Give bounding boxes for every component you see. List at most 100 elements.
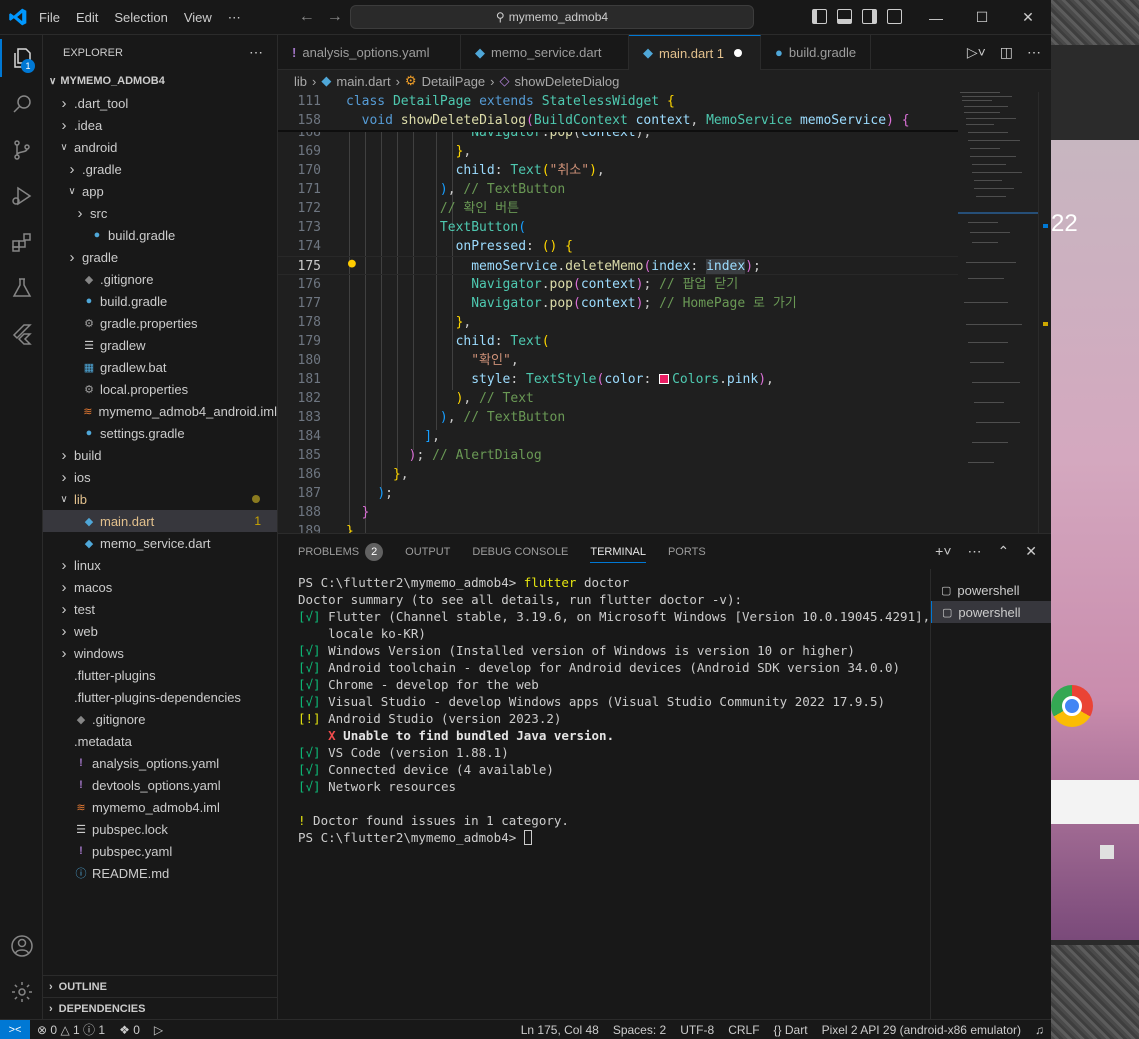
file-item[interactable]: ⚙ local.properties — [43, 378, 277, 400]
folder-item[interactable]: › linux — [43, 554, 277, 576]
folder-item[interactable]: ∨ lib — [43, 488, 277, 510]
menu-more[interactable]: ⋯ — [220, 0, 249, 35]
maximize-panel-icon[interactable]: ⌃ — [998, 543, 1010, 560]
code-line[interactable]: 179 child: Text( — [278, 332, 958, 351]
minimize-icon[interactable]: — — [913, 0, 959, 35]
menu-file[interactable]: File — [31, 0, 68, 35]
code-line[interactable]: 173 TextButton( — [278, 218, 958, 237]
code-line[interactable]: 176 Navigator.pop(context); // 팝업 닫기 — [278, 275, 958, 294]
new-terminal-icon[interactable]: +˅ — [935, 543, 951, 560]
notifications-bell-icon[interactable]: ♫ — [1028, 1023, 1051, 1037]
run-debug-dropdown-icon[interactable]: ▷˅ — [967, 44, 986, 61]
tab-ports[interactable]: PORTS — [668, 534, 706, 569]
file-item[interactable]: .metadata — [43, 730, 277, 752]
code-line[interactable]: 177 Navigator.pop(context); // HomePage … — [278, 294, 958, 313]
file-item[interactable]: ! pubspec.yaml — [43, 840, 277, 862]
lightbulb-icon[interactable]: ● — [348, 256, 356, 271]
editor-scrollbar[interactable] — [1038, 92, 1051, 533]
maximize-icon[interactable]: ☐ — [959, 0, 1005, 35]
line-ending[interactable]: CRLF — [721, 1023, 766, 1037]
editor-tab[interactable]: ● build.gradle — [761, 35, 871, 70]
more-actions-icon[interactable]: ⋯ — [968, 543, 982, 560]
extensions-icon[interactable] — [0, 219, 43, 265]
code-line[interactable]: 175 memoService.deleteMemo(index: index)… — [278, 256, 958, 275]
code-line[interactable]: 171 ), // TextButton — [278, 180, 958, 199]
explorer-icon[interactable]: 1 — [0, 35, 43, 81]
editor-tab[interactable]: ! analysis_options.yaml — [278, 35, 461, 70]
close-window-icon[interactable]: ✕ — [1005, 0, 1051, 35]
folder-item[interactable]: › windows — [43, 642, 277, 664]
code-line[interactable]: 172 // 확인 버튼 — [278, 199, 958, 218]
terminal-instance[interactable]: ▢ powershell — [931, 601, 1051, 623]
editor-tab[interactable]: ◆ memo_service.dart — [461, 35, 629, 70]
split-editor-icon[interactable]: ◫ — [1000, 44, 1013, 61]
folder-item[interactable]: › .idea — [43, 114, 277, 136]
code-line[interactable]: 184 ], — [278, 427, 958, 446]
file-item[interactable]: ⓘ README.md — [43, 862, 277, 884]
code-line[interactable]: 186 }, — [278, 465, 958, 484]
code-line[interactable]: 181 style: TextStyle(color: Colors.pink)… — [278, 370, 958, 389]
workspace-root[interactable]: ∨ MYMEMO_ADMOB4 — [43, 70, 277, 92]
file-item[interactable]: ◆ .gitignore — [43, 708, 277, 730]
folder-item[interactable]: › build — [43, 444, 277, 466]
problems-status[interactable]: ⊗ 0 △ 1 ⓘ 1 — [30, 1021, 112, 1038]
code-line[interactable]: 158 void showDeleteDialog(BuildContext c… — [278, 111, 958, 130]
more-actions-icon[interactable]: ⋯ — [1027, 44, 1041, 61]
folder-item[interactable]: › .dart_tool — [43, 92, 277, 114]
code-line[interactable]: 178 }, — [278, 313, 958, 332]
code-line[interactable]: 182 ), // Text — [278, 389, 958, 408]
file-item[interactable]: ≋ mymemo_admob4.iml — [43, 796, 277, 818]
forward-arrow-icon[interactable]: → — [327, 8, 343, 26]
remote-icon[interactable]: >< — [0, 1019, 30, 1039]
file-item[interactable]: ☰ pubspec.lock — [43, 818, 277, 840]
unsaved-dot-icon[interactable] — [734, 49, 743, 57]
code-line[interactable]: 180 "확인", — [278, 351, 958, 370]
search-view-icon[interactable] — [0, 81, 43, 127]
breadcrumb-lib[interactable]: lib — [294, 74, 307, 89]
code-editor[interactable]: 168 Navigator.pop(context); 169 }, 170 chi… — [278, 92, 958, 533]
customize-layout-icon[interactable] — [887, 9, 902, 24]
tab-terminal[interactable]: TERMINAL — [590, 534, 646, 569]
file-item[interactable]: ◆ main.dart 1 — [43, 510, 277, 532]
ports-status[interactable]: ❖ 0 — [112, 1023, 147, 1037]
code-line[interactable]: 185 ); // AlertDialog — [278, 446, 958, 465]
device-selector[interactable]: Pixel 2 API 29 (android-x86 emulator) — [815, 1023, 1028, 1037]
file-item[interactable]: .flutter-plugins — [43, 664, 277, 686]
folder-item[interactable]: › test — [43, 598, 277, 620]
folder-item[interactable]: › macos — [43, 576, 277, 598]
file-item[interactable]: ≋ mymemo_admob4_android.iml — [43, 400, 277, 422]
toggle-secondary-sidebar-icon[interactable] — [862, 9, 877, 24]
close-panel-icon[interactable]: ✕ — [1025, 543, 1037, 560]
folder-item[interactable]: › gradle — [43, 246, 277, 268]
breadcrumb-class[interactable]: DetailPage — [422, 74, 486, 89]
minimap[interactable] — [958, 92, 1038, 533]
tab-problems[interactable]: PROBLEMS 2 — [298, 534, 384, 569]
menu-edit[interactable]: Edit — [68, 0, 106, 35]
folder-item[interactable]: ∨ android — [43, 136, 277, 158]
menu-view[interactable]: View — [176, 0, 220, 35]
cursor-position[interactable]: Ln 175, Col 48 — [514, 1023, 606, 1037]
file-item[interactable]: ◆ memo_service.dart — [43, 532, 277, 554]
source-control-icon[interactable] — [0, 127, 43, 173]
file-item[interactable]: .flutter-plugins-dependencies — [43, 686, 277, 708]
code-line[interactable]: 170 child: Text("취소"), — [278, 161, 958, 180]
code-line[interactable]: 188 } — [278, 503, 958, 522]
manage-gear-icon[interactable] — [0, 969, 43, 1015]
terminal-output[interactable]: PS C:\flutter2\mymemo_admob4> flutter do… — [298, 574, 930, 846]
file-item[interactable]: ◆ .gitignore — [43, 268, 277, 290]
file-item[interactable]: ● build.gradle — [43, 224, 277, 246]
editor-tab[interactable]: ◆ main.dart 1 — [629, 35, 761, 70]
code-line[interactable]: 187 ); — [278, 484, 958, 503]
file-item[interactable]: ● build.gradle — [43, 290, 277, 312]
code-line[interactable]: 189} — [278, 522, 958, 533]
encoding[interactable]: UTF-8 — [673, 1023, 721, 1037]
breadcrumb-file[interactable]: main.dart — [336, 74, 390, 89]
more-actions-icon[interactable]: ⋯ — [249, 44, 263, 61]
indentation[interactable]: Spaces: 2 — [606, 1023, 673, 1037]
menu-selection[interactable]: Selection — [106, 0, 175, 35]
file-item[interactable]: ⚙ gradle.properties — [43, 312, 277, 334]
terminal-instance[interactable]: ▢ powershell — [931, 579, 1051, 601]
outline-section[interactable]: › OUTLINE — [43, 975, 278, 997]
back-arrow-icon[interactable]: ← — [299, 8, 315, 26]
file-item[interactable]: ● settings.gradle — [43, 422, 277, 444]
